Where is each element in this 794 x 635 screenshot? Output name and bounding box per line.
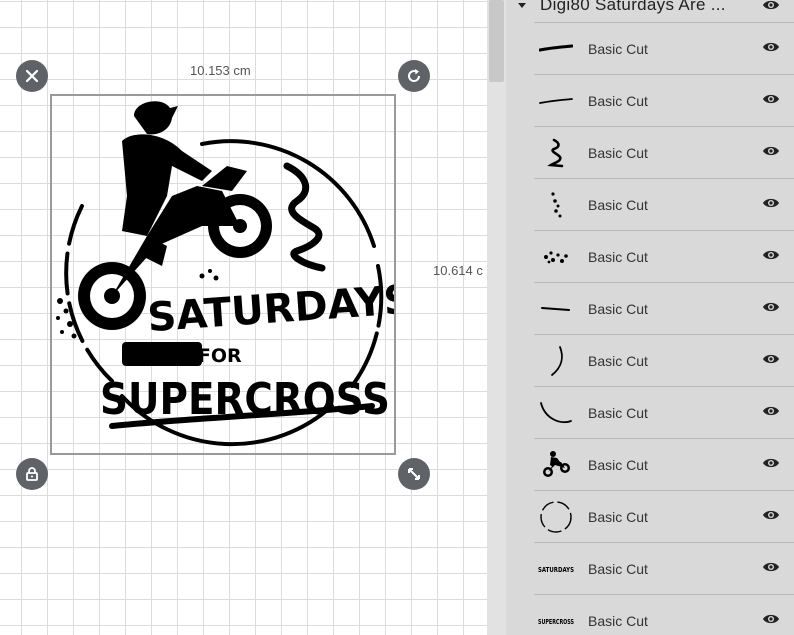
- eye-icon[interactable]: [762, 508, 780, 522]
- layer-label: Basic Cut: [588, 144, 648, 161]
- stroke-long-thumbnail: [538, 33, 574, 65]
- layer-row[interactable]: Basic Cut: [534, 230, 794, 282]
- thumb-text-saturdays: SATURDAYS: [538, 566, 574, 574]
- layers-scrollbar[interactable]: [487, 0, 506, 635]
- layer-label: Basic Cut: [588, 612, 648, 629]
- artwork-text-saturdays: SATURDAYS: [146, 277, 394, 341]
- eye-icon[interactable]: [762, 40, 780, 54]
- layer-label: Basic Cut: [588, 196, 648, 213]
- layer-row[interactable]: Basic Cut: [534, 490, 794, 542]
- eye-icon[interactable]: [762, 92, 780, 106]
- layer-row[interactable]: Basic Cut: [534, 74, 794, 126]
- layer-label: Basic Cut: [588, 40, 648, 57]
- text-saturdays-thumbnail: SATURDAYS: [538, 553, 574, 585]
- eye-icon[interactable]: [762, 196, 780, 210]
- lock-icon[interactable]: [16, 458, 48, 490]
- layer-group-title: Digi80 Saturdays Are ...: [540, 0, 726, 14]
- layer-label: Basic Cut: [588, 508, 648, 525]
- layers-panel: Digi80 Saturdays Are ... Basic Cut Basic…: [506, 0, 794, 635]
- eye-icon[interactable]: [762, 560, 780, 574]
- text-supercross-thumbnail: SUPERCROSS: [538, 605, 574, 635]
- artwork-text-are-for: ARE FOR: [149, 345, 242, 367]
- dashed-circle-thumbnail: [538, 500, 574, 533]
- eye-icon[interactable]: [762, 144, 780, 158]
- eye-icon[interactable]: [762, 300, 780, 314]
- arc-right-thumbnail: [538, 345, 574, 377]
- eye-icon[interactable]: [762, 404, 780, 418]
- supercross-artwork[interactable]: SATURDAYS ARE FOR SUPERCROSS: [52, 96, 394, 453]
- design-canvas[interactable]: 10.153 cm 10.614 c SATURDAYS ARE FOR SUP…: [0, 0, 487, 635]
- rotate-icon[interactable]: [398, 60, 430, 92]
- squiggle-thumbnail: [538, 137, 574, 169]
- dots-vertical-thumbnail: [538, 189, 574, 221]
- layer-row[interactable]: Basic Cut: [534, 438, 794, 490]
- arc-bottom-thumbnail: [538, 397, 574, 429]
- artwork-squiggle: [283, 162, 326, 272]
- layer-row[interactable]: Basic Cut: [534, 22, 794, 74]
- layer-label: Basic Cut: [588, 352, 648, 369]
- caret-down-icon[interactable]: [518, 2, 526, 8]
- line-short-thumbnail: [538, 293, 574, 325]
- eye-icon[interactable]: [762, 0, 780, 12]
- eye-icon[interactable]: [762, 248, 780, 262]
- layer-row[interactable]: SATURDAYS Basic Cut: [534, 542, 794, 594]
- layer-row[interactable]: Basic Cut: [534, 178, 794, 230]
- layer-row[interactable]: Basic Cut: [534, 126, 794, 178]
- resize-icon[interactable]: [398, 458, 430, 490]
- eye-icon[interactable]: [762, 352, 780, 366]
- eye-icon[interactable]: [762, 612, 780, 626]
- eye-icon[interactable]: [762, 456, 780, 470]
- layer-row[interactable]: SUPERCROSS Basic Cut: [534, 594, 794, 635]
- layer-list: Basic Cut Basic Cut Basic Cut Basic Cut: [534, 22, 794, 635]
- width-dimension-label: 10.153 cm: [190, 63, 251, 78]
- layer-label: Basic Cut: [588, 456, 648, 473]
- dots-cluster-thumbnail: [538, 241, 574, 273]
- close-icon[interactable]: [16, 60, 48, 92]
- layer-label: Basic Cut: [588, 560, 648, 577]
- layer-row[interactable]: Basic Cut: [534, 334, 794, 386]
- thumb-text-supercross: SUPERCROSS: [538, 618, 574, 626]
- motocross-rider-thumbnail: [538, 449, 574, 481]
- layer-row[interactable]: Basic Cut: [534, 282, 794, 334]
- layer-group-header[interactable]: Digi80 Saturdays Are ...: [506, 0, 794, 20]
- layer-label: Basic Cut: [588, 300, 648, 317]
- layer-label: Basic Cut: [588, 404, 648, 421]
- stroke-thin-thumbnail: [538, 85, 574, 117]
- layers-scrollbar-thumb[interactable]: [489, 0, 504, 82]
- height-dimension-label: 10.614 c: [433, 263, 483, 278]
- layer-label: Basic Cut: [588, 248, 648, 265]
- layer-label: Basic Cut: [588, 92, 648, 109]
- layer-row[interactable]: Basic Cut: [534, 386, 794, 438]
